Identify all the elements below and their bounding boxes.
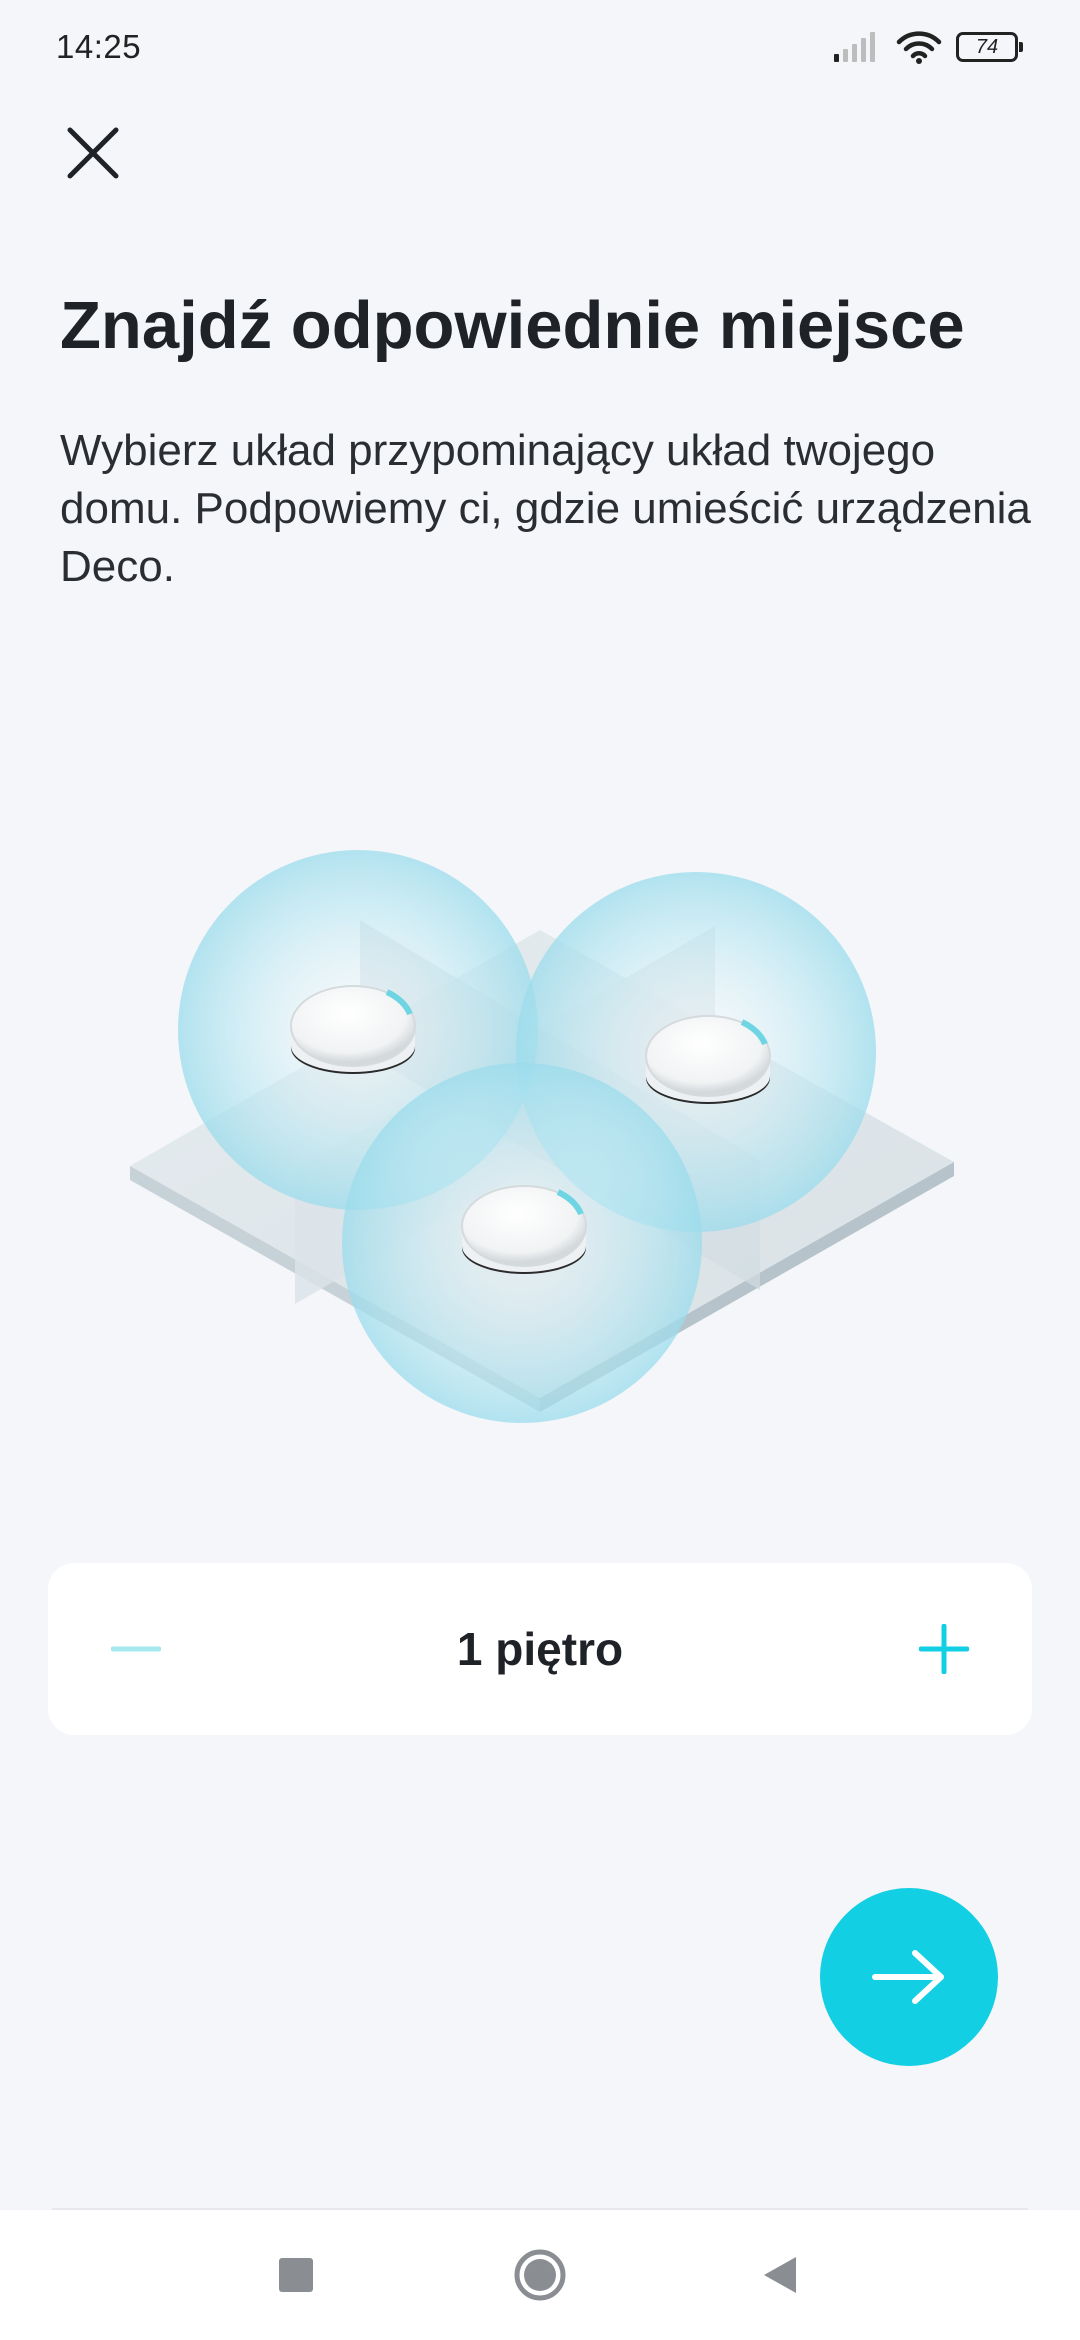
status-icons: 74 <box>834 30 1023 64</box>
minus-icon <box>111 1646 161 1652</box>
signal-icon <box>834 32 875 62</box>
recent-apps-icon <box>279 2258 313 2292</box>
arrow-right-icon <box>872 1950 944 2004</box>
close-button[interactable] <box>58 118 128 188</box>
deco-floor-plan-illustration <box>110 830 970 1430</box>
increase-floor-button[interactable] <box>904 1609 984 1689</box>
battery-icon: 74 <box>956 32 1023 62</box>
home-button[interactable] <box>505 2240 575 2310</box>
home-icon <box>514 2249 566 2301</box>
floor-selector: 1 piętro <box>48 1563 1032 1735</box>
back-button[interactable] <box>745 2240 815 2310</box>
back-icon <box>764 2257 796 2293</box>
recent-apps-button[interactable] <box>261 2240 331 2310</box>
status-time: 14:25 <box>56 28 142 65</box>
battery-level: 74 <box>975 35 999 58</box>
page-title: Znajdź odpowiednie miejsce <box>60 288 965 363</box>
page-description: Wybierz układ przypominający układ twoje… <box>60 426 1031 591</box>
decrease-floor-button[interactable] <box>96 1609 176 1689</box>
close-icon <box>67 127 119 179</box>
next-button[interactable] <box>820 1888 998 2066</box>
floor-count-label: 1 piętro <box>456 1623 624 1675</box>
navigation-bar <box>0 2210 1080 2340</box>
wifi-icon <box>896 31 942 64</box>
plus-icon <box>919 1624 969 1674</box>
status-bar: 14:25 74 <box>0 0 1080 96</box>
